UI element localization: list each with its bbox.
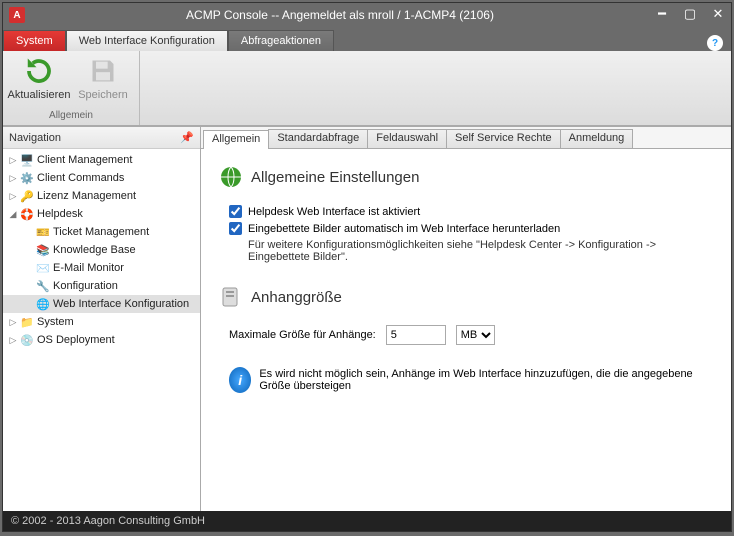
checkbox-eingebettete-bilder[interactable]	[229, 222, 242, 235]
info-text: Es wird nicht möglich sein, Anhänge im W…	[259, 368, 713, 392]
tree-item-os-deployment[interactable]: ▷💿OS Deployment	[3, 331, 200, 349]
maximize-button[interactable]: ▢	[683, 8, 697, 22]
max-size-label: Maximale Größe für Anhänge:	[229, 329, 376, 341]
sub-tab-bar: Allgemein Standardabfrage Feldauswahl Se…	[201, 127, 731, 149]
helpdesk-icon: 🛟	[19, 206, 35, 222]
checkbox-helpdesk-label: Helpdesk Web Interface ist aktiviert	[248, 206, 420, 218]
subtab-standardabfrage[interactable]: Standardabfrage	[268, 129, 368, 148]
license-icon: 🔑	[19, 188, 35, 204]
subtab-allgemein[interactable]: Allgemein	[203, 130, 269, 149]
deploy-icon: 💿	[19, 332, 35, 348]
window-title: ACMP Console -- Angemeldet als mroll / 1…	[25, 8, 655, 22]
ribbon: Aktualisieren Speichern Allgemein	[3, 51, 731, 126]
tree-item-helpdesk[interactable]: ◢🛟Helpdesk	[3, 205, 200, 223]
email-icon: ✉️	[35, 260, 51, 276]
commands-icon: ⚙️	[19, 170, 35, 186]
attachment-icon	[219, 285, 243, 309]
subtab-feldauswahl[interactable]: Feldauswahl	[367, 129, 447, 148]
speichern-button: Speichern	[75, 55, 131, 101]
main-tab-bar: System Web Interface Konfiguration Abfra…	[3, 27, 731, 51]
navigation-tree: ▷🖥️Client Management ▷⚙️Client Commands …	[3, 149, 200, 511]
clients-icon: 🖥️	[19, 152, 35, 168]
checkbox-helpdesk-aktiviert[interactable]	[229, 205, 242, 218]
tree-item-email-monitor[interactable]: ✉️E-Mail Monitor	[3, 259, 200, 277]
content-area: Allgemeine Einstellungen Helpdesk Web In…	[201, 149, 731, 511]
pin-icon[interactable]: 📌	[180, 131, 194, 144]
tree-item-ticket-management[interactable]: 🎫Ticket Management	[3, 223, 200, 241]
tree-item-lizenz-management[interactable]: ▷🔑Lizenz Management	[3, 187, 200, 205]
minimize-button[interactable]: ━	[655, 8, 669, 22]
ribbon-group-label: Allgemein	[49, 110, 93, 121]
tree-item-client-management[interactable]: ▷🖥️Client Management	[3, 151, 200, 169]
checkbox-eingebettete-label: Eingebettete Bilder automatisch im Web I…	[248, 223, 560, 235]
tree-item-system[interactable]: ▷📁System	[3, 313, 200, 331]
save-icon	[87, 55, 119, 87]
globe-icon: 🌐	[35, 296, 51, 312]
tree-item-konfiguration[interactable]: 🔧Konfiguration	[3, 277, 200, 295]
navigation-header: Navigation 📌	[3, 127, 200, 149]
tab-system[interactable]: System	[3, 30, 66, 51]
title-bar: A ACMP Console -- Angemeldet als mroll /…	[3, 3, 731, 27]
max-size-unit-select[interactable]: MB	[456, 325, 495, 345]
max-size-input[interactable]	[386, 325, 446, 345]
aktualisieren-button[interactable]: Aktualisieren	[11, 55, 67, 101]
knowledge-icon: 📚	[35, 242, 51, 258]
system-icon: 📁	[19, 314, 35, 330]
app-icon: A	[9, 7, 25, 23]
hint-eingebettete-bilder: Für weitere Konfigurationsmöglichkeiten …	[248, 239, 713, 263]
section-anhanggroesse: Anhanggröße	[219, 285, 713, 309]
globe-settings-icon	[219, 165, 243, 189]
tab-web-interface-konfiguration[interactable]: Web Interface Konfiguration	[66, 30, 228, 51]
tree-item-knowledge-base[interactable]: 📚Knowledge Base	[3, 241, 200, 259]
tab-abfrageaktionen[interactable]: Abfrageaktionen	[228, 30, 334, 51]
tree-item-client-commands[interactable]: ▷⚙️Client Commands	[3, 169, 200, 187]
navigation-panel: Navigation 📌 ▷🖥️Client Management ▷⚙️Cli…	[3, 127, 201, 511]
info-icon: i	[229, 367, 251, 393]
section-allgemeine-einstellungen: Allgemeine Einstellungen	[219, 165, 713, 189]
refresh-icon	[23, 55, 55, 87]
status-bar: © 2002 - 2013 Aagon Consulting GmbH	[3, 511, 731, 531]
subtab-self-service-rechte[interactable]: Self Service Rechte	[446, 129, 561, 148]
config-icon: 🔧	[35, 278, 51, 294]
subtab-anmeldung[interactable]: Anmeldung	[560, 129, 634, 148]
help-icon[interactable]: ?	[707, 35, 723, 51]
tree-item-web-interface-konfiguration[interactable]: 🌐Web Interface Konfiguration	[3, 295, 200, 313]
ticket-icon: 🎫	[35, 224, 51, 240]
close-button[interactable]: ✕	[711, 8, 725, 22]
